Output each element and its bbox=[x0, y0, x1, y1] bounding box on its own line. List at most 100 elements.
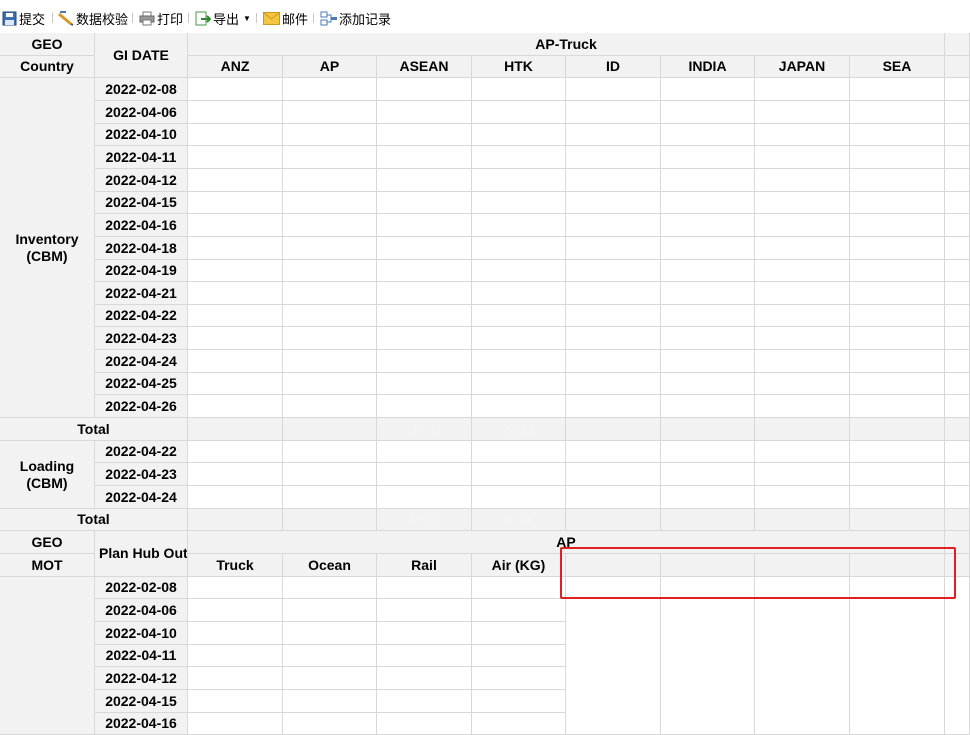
data-cell[interactable] bbox=[661, 124, 755, 146]
data-cell[interactable] bbox=[850, 282, 945, 305]
data-cell[interactable] bbox=[188, 395, 283, 418]
data-cell[interactable] bbox=[661, 192, 755, 214]
data-cell[interactable] bbox=[566, 350, 661, 373]
data-cell[interactable] bbox=[472, 622, 566, 645]
data-cell[interactable] bbox=[566, 373, 661, 395]
data-cell[interactable] bbox=[850, 146, 945, 169]
data-cell[interactable] bbox=[945, 373, 970, 395]
data-cell[interactable] bbox=[283, 441, 377, 463]
data-cell[interactable] bbox=[377, 237, 472, 260]
data-cell[interactable] bbox=[188, 282, 283, 305]
data-cell[interactable] bbox=[472, 146, 566, 169]
data-cell[interactable] bbox=[377, 713, 472, 735]
data-cell[interactable] bbox=[755, 350, 850, 373]
data-cell[interactable] bbox=[188, 713, 283, 735]
data-cell[interactable] bbox=[661, 486, 755, 509]
data-cell[interactable] bbox=[661, 146, 755, 169]
data-cell[interactable] bbox=[945, 146, 970, 169]
data-cell[interactable] bbox=[566, 282, 661, 305]
data-cell[interactable] bbox=[472, 260, 566, 282]
data-cell[interactable] bbox=[377, 622, 472, 645]
data-cell[interactable] bbox=[472, 214, 566, 237]
data-cell[interactable] bbox=[377, 214, 472, 237]
data-cell[interactable] bbox=[472, 395, 566, 418]
data-cell[interactable] bbox=[472, 350, 566, 373]
data-cell[interactable] bbox=[755, 101, 850, 124]
data-cell[interactable] bbox=[472, 463, 566, 486]
data-cell[interactable] bbox=[755, 124, 850, 146]
data-cell[interactable] bbox=[188, 645, 283, 667]
data-cell[interactable] bbox=[188, 350, 283, 373]
data-cell[interactable] bbox=[945, 350, 970, 373]
data-cell[interactable] bbox=[945, 395, 970, 418]
data-cell[interactable] bbox=[283, 463, 377, 486]
data-cell[interactable] bbox=[377, 305, 472, 327]
data-cell[interactable] bbox=[566, 146, 661, 169]
data-cell[interactable] bbox=[661, 305, 755, 327]
data-cell[interactable] bbox=[850, 78, 945, 101]
data-cell[interactable] bbox=[377, 645, 472, 667]
data-cell[interactable] bbox=[188, 146, 283, 169]
data-cell[interactable] bbox=[661, 441, 755, 463]
data-cell[interactable] bbox=[755, 441, 850, 463]
data-cell[interactable] bbox=[755, 395, 850, 418]
data-cell[interactable] bbox=[472, 78, 566, 101]
data-cell[interactable] bbox=[945, 305, 970, 327]
data-cell[interactable] bbox=[377, 486, 472, 509]
data-cell[interactable] bbox=[283, 373, 377, 395]
data-cell[interactable] bbox=[472, 577, 566, 599]
data-cell[interactable] bbox=[283, 146, 377, 169]
data-cell[interactable] bbox=[188, 192, 283, 214]
data-cell[interactable] bbox=[472, 599, 566, 622]
data-cell[interactable] bbox=[377, 146, 472, 169]
data-cell[interactable] bbox=[850, 373, 945, 395]
data-cell[interactable] bbox=[850, 124, 945, 146]
data-cell[interactable] bbox=[850, 169, 945, 192]
data-cell[interactable] bbox=[755, 214, 850, 237]
data-cell[interactable] bbox=[377, 78, 472, 101]
data-cell[interactable] bbox=[472, 124, 566, 146]
data-cell[interactable] bbox=[188, 667, 283, 690]
data-cell[interactable] bbox=[188, 78, 283, 101]
data-cell[interactable] bbox=[188, 486, 283, 509]
data-cell[interactable] bbox=[377, 124, 472, 146]
data-cell[interactable] bbox=[283, 124, 377, 146]
data-cell[interactable] bbox=[661, 463, 755, 486]
data-cell[interactable] bbox=[945, 237, 970, 260]
data-cell[interactable] bbox=[283, 237, 377, 260]
data-cell[interactable] bbox=[661, 395, 755, 418]
data-cell[interactable] bbox=[755, 305, 850, 327]
data-cell[interactable] bbox=[377, 577, 472, 599]
data-cell[interactable] bbox=[472, 305, 566, 327]
data-cell[interactable] bbox=[661, 350, 755, 373]
data-cell[interactable] bbox=[283, 78, 377, 101]
data-cell[interactable] bbox=[945, 327, 970, 350]
data-cell[interactable] bbox=[377, 441, 472, 463]
data-cell[interactable] bbox=[755, 237, 850, 260]
data-cell[interactable] bbox=[283, 350, 377, 373]
data-cell[interactable] bbox=[283, 690, 377, 713]
data-cell[interactable] bbox=[945, 282, 970, 305]
data-cell[interactable] bbox=[188, 599, 283, 622]
data-cell[interactable] bbox=[661, 237, 755, 260]
data-cell[interactable] bbox=[188, 260, 283, 282]
data-cell[interactable] bbox=[945, 441, 970, 463]
data-cell[interactable] bbox=[283, 395, 377, 418]
data-cell[interactable] bbox=[661, 214, 755, 237]
data-cell[interactable] bbox=[472, 282, 566, 305]
data-cell[interactable] bbox=[566, 463, 661, 486]
data-cell[interactable] bbox=[188, 327, 283, 350]
data-cell[interactable] bbox=[283, 305, 377, 327]
data-cell[interactable] bbox=[283, 577, 377, 599]
data-cell[interactable] bbox=[850, 486, 945, 509]
data-cell[interactable] bbox=[755, 192, 850, 214]
data-cell[interactable] bbox=[850, 192, 945, 214]
data-cell[interactable] bbox=[283, 667, 377, 690]
data-cell[interactable] bbox=[472, 441, 566, 463]
data-cell[interactable] bbox=[283, 599, 377, 622]
data-cell[interactable] bbox=[377, 101, 472, 124]
data-cell[interactable] bbox=[850, 395, 945, 418]
data-cell[interactable] bbox=[377, 373, 472, 395]
data-cell[interactable] bbox=[755, 146, 850, 169]
data-cell[interactable] bbox=[377, 463, 472, 486]
